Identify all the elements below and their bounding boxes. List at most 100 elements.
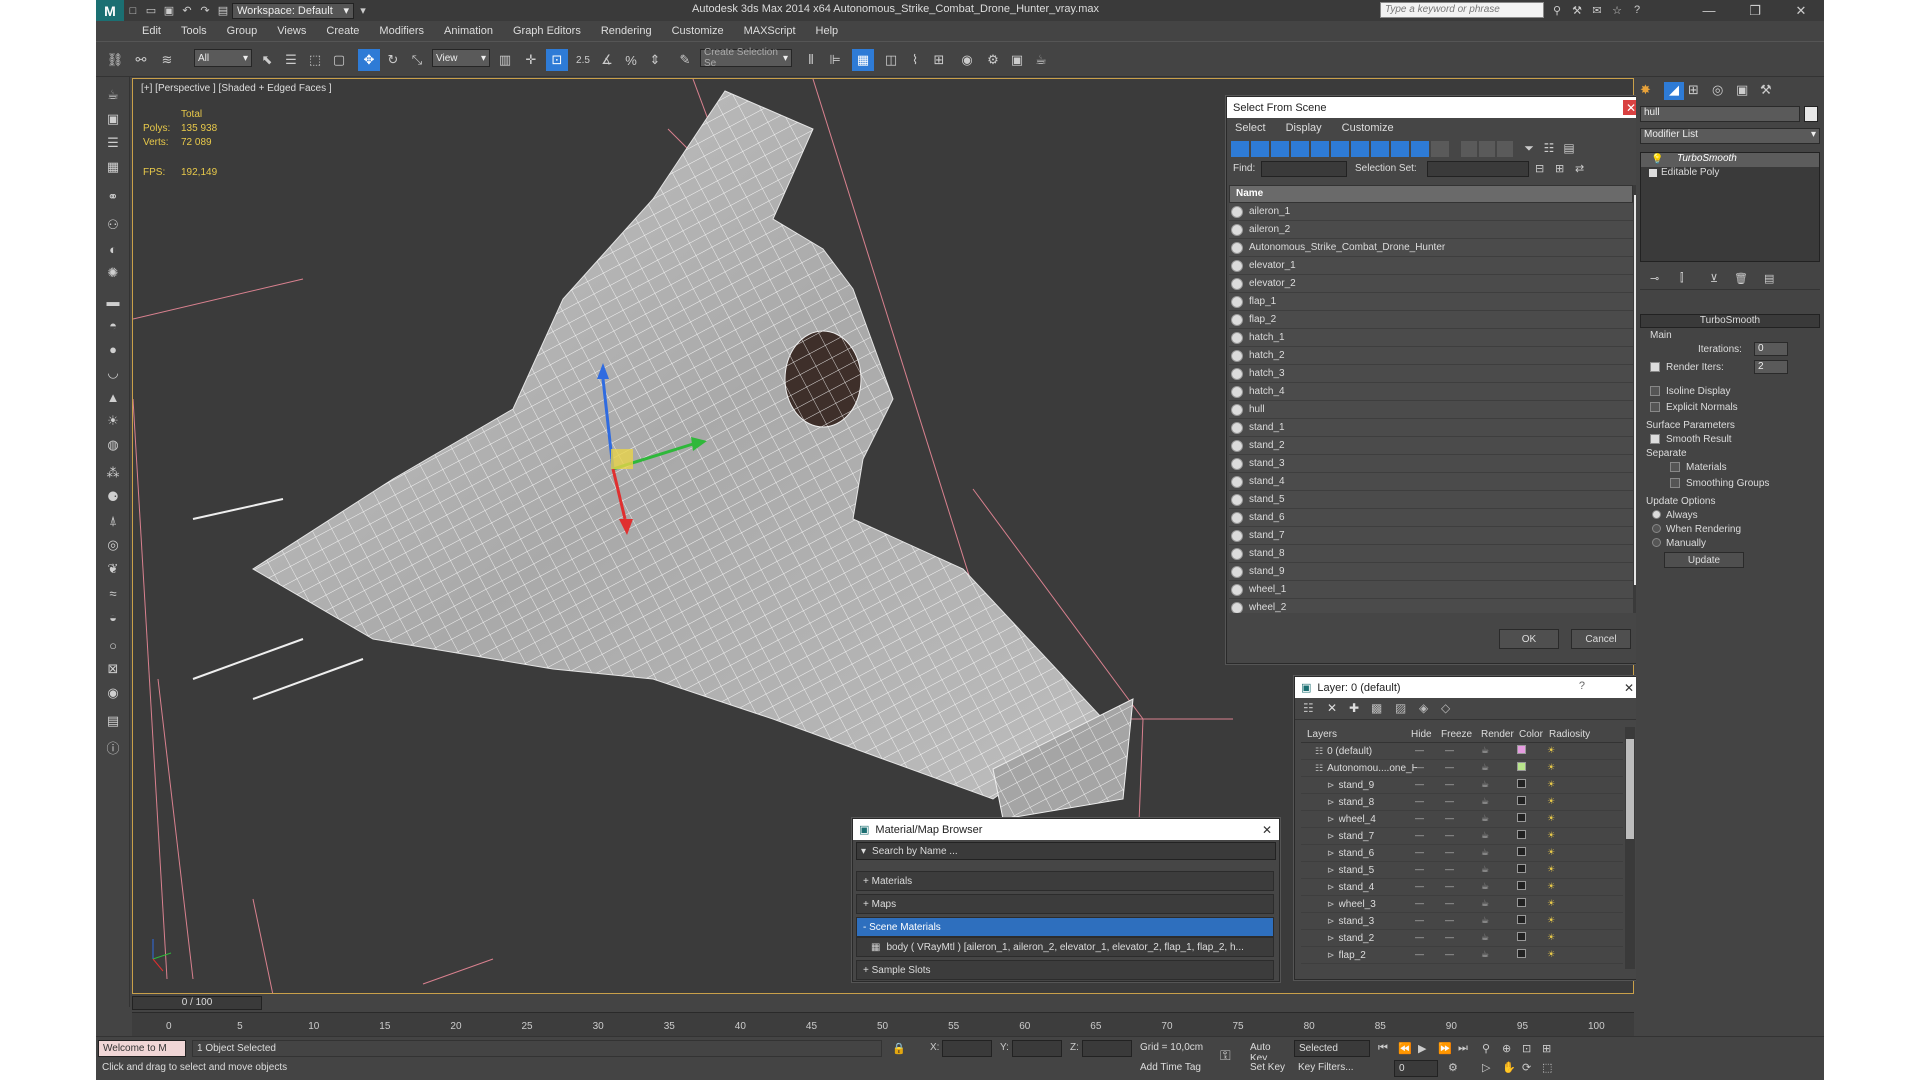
radiosity-icon[interactable]: ☀ <box>1547 898 1557 908</box>
percent-snap-icon[interactable]: % <box>620 49 642 71</box>
mmb-scene-material-item[interactable]: ▦ body ( VRayMtl ) [aileron_1, aileron_2… <box>856 937 1274 957</box>
list-item[interactable]: stand_1 <box>1229 419 1633 437</box>
render-toggle-icon[interactable]: ☕ <box>1481 745 1491 755</box>
vray-sphere-icon[interactable]: ○ <box>102 635 124 655</box>
list-item[interactable]: stand_2 <box>1229 437 1633 455</box>
proxy-icon[interactable]: ◒ <box>102 607 124 627</box>
spacewarp-icon[interactable]: ✺ <box>102 263 124 283</box>
radiosity-icon[interactable]: ☀ <box>1547 847 1557 857</box>
teapot-icon[interactable]: ☕ <box>102 85 124 105</box>
col-freeze[interactable]: Freeze <box>1441 729 1481 740</box>
mmb-materials-section[interactable]: + Materials <box>856 871 1274 891</box>
move-gizmo-icon[interactable]: ✛ <box>520 49 542 71</box>
material-editor-icon[interactable]: ◉ <box>956 49 978 71</box>
cone-icon[interactable]: ▲ <box>102 387 124 407</box>
render-toggle-icon[interactable]: ☕ <box>1481 779 1491 789</box>
current-frame-field[interactable]: 0 <box>1394 1060 1438 1077</box>
always-radio[interactable] <box>1652 510 1661 519</box>
play-icon[interactable]: ▶ <box>1418 1042 1426 1055</box>
object-color-swatch[interactable] <box>1804 106 1818 122</box>
help-search-input[interactable]: Type a keyword or phrase <box>1380 2 1544 18</box>
list-item[interactable]: hatch_3 <box>1229 365 1633 383</box>
table-row[interactable]: ⊳ stand_5 — — ☕ ☀ <box>1301 862 1623 879</box>
sort-icon[interactable]: ⊟ <box>1535 162 1544 175</box>
bowl-icon[interactable]: ◡ <box>102 363 124 383</box>
bones-filter-icon[interactable] <box>1391 141 1409 157</box>
freeze-toggle[interactable]: — <box>1445 813 1455 823</box>
box-icon[interactable]: ▬ <box>102 291 124 311</box>
ref-coord-dropdown[interactable]: View ▾ <box>432 49 490 67</box>
freeze-toggle[interactable]: — <box>1445 745 1455 755</box>
add-to-layer-icon[interactable]: ✚ <box>1349 701 1359 715</box>
cancel-button[interactable]: Cancel <box>1571 629 1631 649</box>
sfs-menu-customize[interactable]: Customize <box>1342 122 1394 134</box>
select-layer-objects-icon[interactable]: ▩ <box>1371 701 1382 715</box>
hide-toggle[interactable]: — <box>1415 932 1425 942</box>
create-tab-icon[interactable]: ✸ <box>1640 82 1660 100</box>
table-row[interactable]: ⊳ wheel_3 — — ☕ ☀ <box>1301 896 1623 913</box>
list-item[interactable]: flap_1 <box>1229 293 1633 311</box>
menu-animation[interactable]: Animation <box>434 25 503 37</box>
zoom-icon[interactable]: ⚲ <box>1482 1042 1490 1055</box>
scene-explorer-icon[interactable]: ▦ <box>852 49 874 71</box>
go-to-start-icon[interactable]: ⏮ <box>1378 1042 1388 1055</box>
list-item[interactable]: stand_8 <box>1229 545 1633 563</box>
close-icon[interactable]: ✕ <box>1778 0 1824 21</box>
menu-maxscript[interactable]: MAXScript <box>734 25 806 37</box>
redo-icon[interactable]: ↷ <box>196 3 214 19</box>
select-all-icon[interactable] <box>1461 141 1477 157</box>
shapes-filter-icon[interactable] <box>1251 141 1269 157</box>
key-icon[interactable]: ⚿ <box>1220 1047 1231 1064</box>
radiosity-icon[interactable]: ☀ <box>1547 813 1557 823</box>
radiosity-icon[interactable]: ☀ <box>1547 932 1557 942</box>
menu-edit[interactable]: Edit <box>132 25 171 37</box>
lock-icon[interactable]: 🔒 <box>892 1042 906 1055</box>
radiosity-icon[interactable]: ☀ <box>1547 949 1557 959</box>
render-toggle-icon[interactable]: ☕ <box>1481 762 1491 772</box>
freeze-toggle[interactable]: — <box>1445 779 1455 789</box>
groups-filter-icon[interactable] <box>1351 141 1369 157</box>
x-coord-field[interactable] <box>942 1040 992 1057</box>
list-item[interactable]: stand_9 <box>1229 563 1633 581</box>
drone-mesh[interactable] <box>192 90 1134 820</box>
menu-modifiers[interactable]: Modifiers <box>369 25 434 37</box>
filter-funnel-icon[interactable]: ⏷ <box>1521 141 1537 157</box>
menu-group[interactable]: Group <box>217 25 268 37</box>
list-item[interactable]: elevator_1 <box>1229 257 1633 275</box>
particles-icon[interactable]: ⁂ <box>102 463 124 483</box>
radiosity-icon[interactable]: ☀ <box>1547 745 1557 755</box>
light-icon[interactable]: ⚭ <box>102 187 124 207</box>
hide-all-icon[interactable]: ◈ <box>1419 701 1428 715</box>
minimize-icon[interactable]: — <box>1686 0 1732 21</box>
table-row[interactable]: ⊳ wheel_4 — — ☕ ☀ <box>1301 811 1623 828</box>
unlink-icon[interactable]: ⚯ <box>130 49 152 71</box>
freeze-toggle[interactable]: — <box>1445 796 1455 806</box>
display-tab-icon[interactable]: ▣ <box>1736 82 1756 100</box>
make-unique-icon[interactable]: ⊻ <box>1710 272 1718 285</box>
favorites-icon[interactable]: ☆ <box>1608 2 1626 18</box>
mmb-titlebar[interactable]: ▣ Material/Map Browser ✕ <box>853 819 1279 840</box>
table-row[interactable]: ⊳ stand_8 — — ☕ ☀ <box>1301 794 1623 811</box>
hide-toggle[interactable]: — <box>1415 864 1425 874</box>
lights-filter-icon[interactable] <box>1271 141 1289 157</box>
time-config-icon[interactable]: ⚙ <box>1448 1061 1458 1074</box>
iterations-spinner[interactable]: 0 <box>1754 342 1788 356</box>
key-mode-dropdown[interactable]: Selected <box>1294 1040 1370 1057</box>
hide-toggle[interactable]: — <box>1415 762 1425 772</box>
helpers-filter-icon[interactable] <box>1311 141 1329 157</box>
render-toggle-icon[interactable]: ☕ <box>1481 915 1491 925</box>
communication-icon[interactable]: ✉ <box>1588 2 1606 18</box>
menu-rendering[interactable]: Rendering <box>591 25 662 37</box>
hide-toggle[interactable]: — <box>1415 898 1425 908</box>
utilities-tab-icon[interactable]: ⚒ <box>1760 82 1780 100</box>
layer-titlebar[interactable]: ▣ Layer: 0 (default) ? ✕ <box>1295 677 1641 698</box>
stack-item-editable-poly[interactable]: Editable Poly <box>1641 167 1819 181</box>
list-item[interactable]: hatch_2 <box>1229 347 1633 365</box>
smooth-result-checkbox[interactable] <box>1650 434 1660 444</box>
list-icon[interactable]: ☰ <box>102 133 124 153</box>
spacewarps-filter-icon[interactable] <box>1331 141 1349 157</box>
named-selection-dropdown[interactable]: Create Selection Se ▾ <box>700 47 792 69</box>
menu-customize[interactable]: Customize <box>662 25 734 37</box>
maximize-icon[interactable]: ❐ <box>1732 0 1778 21</box>
table-row[interactable]: ☷ Autonomou....one_H — — ☕ ☀ <box>1301 760 1623 777</box>
